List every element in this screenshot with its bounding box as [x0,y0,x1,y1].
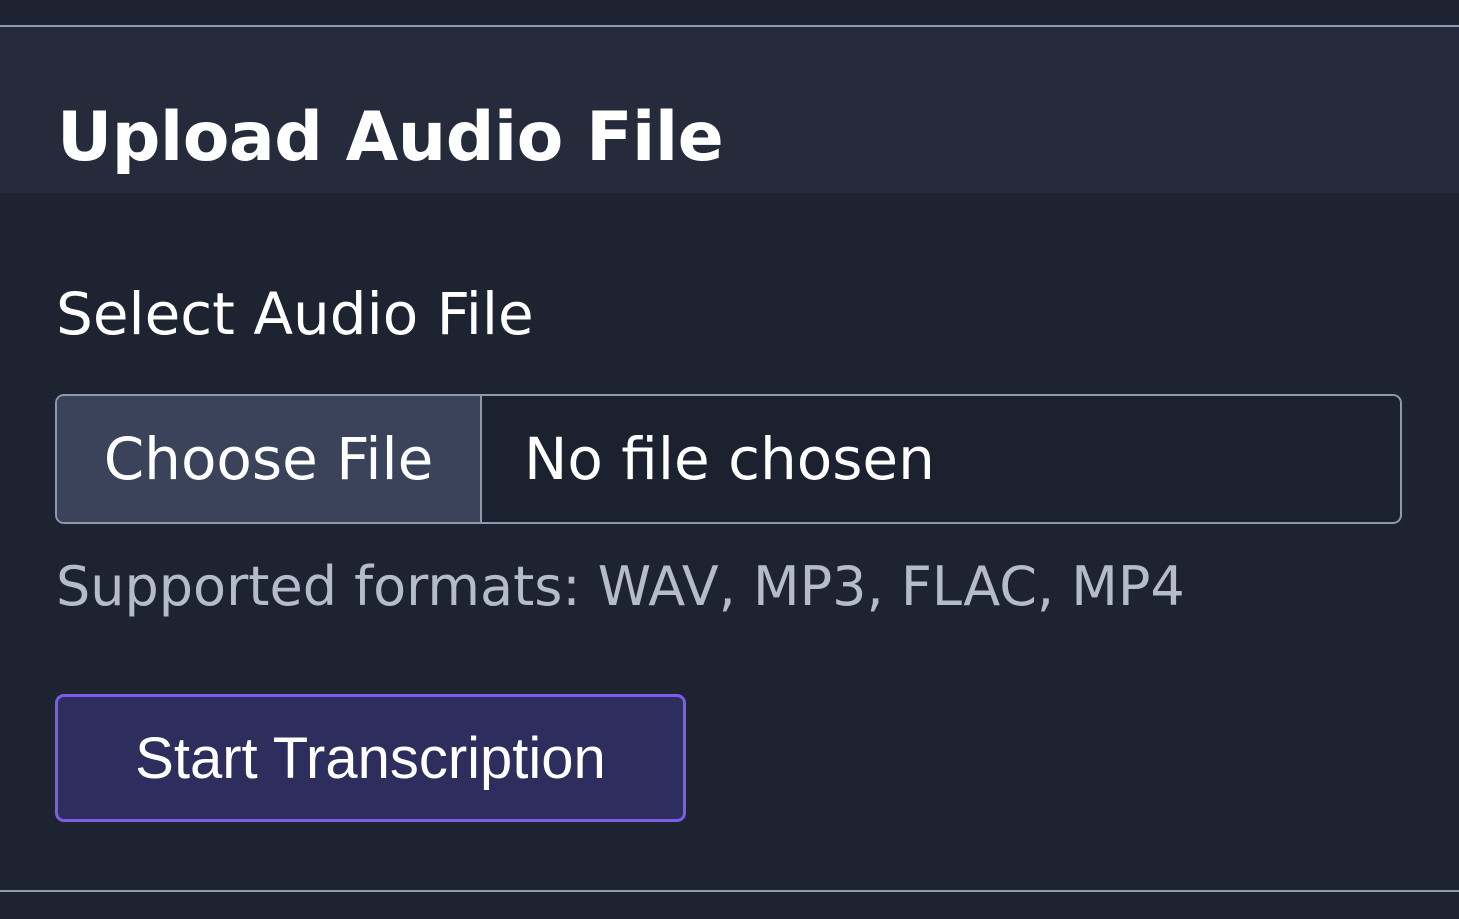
supported-formats-hint: Supported formats: WAV, MP3, FLAC, MP4 [56,555,1185,618]
card-title: Upload Audio File [57,98,724,177]
file-status-text: No file chosen [524,425,935,493]
select-audio-label: Select Audio File [56,280,534,348]
upload-panel: Upload Audio File Select Audio File Choo… [0,0,1459,919]
card-header: Upload Audio File [0,27,1459,193]
bottom-divider [0,890,1459,892]
choose-file-button[interactable]: Choose File [57,396,482,522]
audio-file-input[interactable]: Choose File No file chosen [55,394,1402,524]
start-transcription-button[interactable]: Start Transcription [55,694,686,822]
